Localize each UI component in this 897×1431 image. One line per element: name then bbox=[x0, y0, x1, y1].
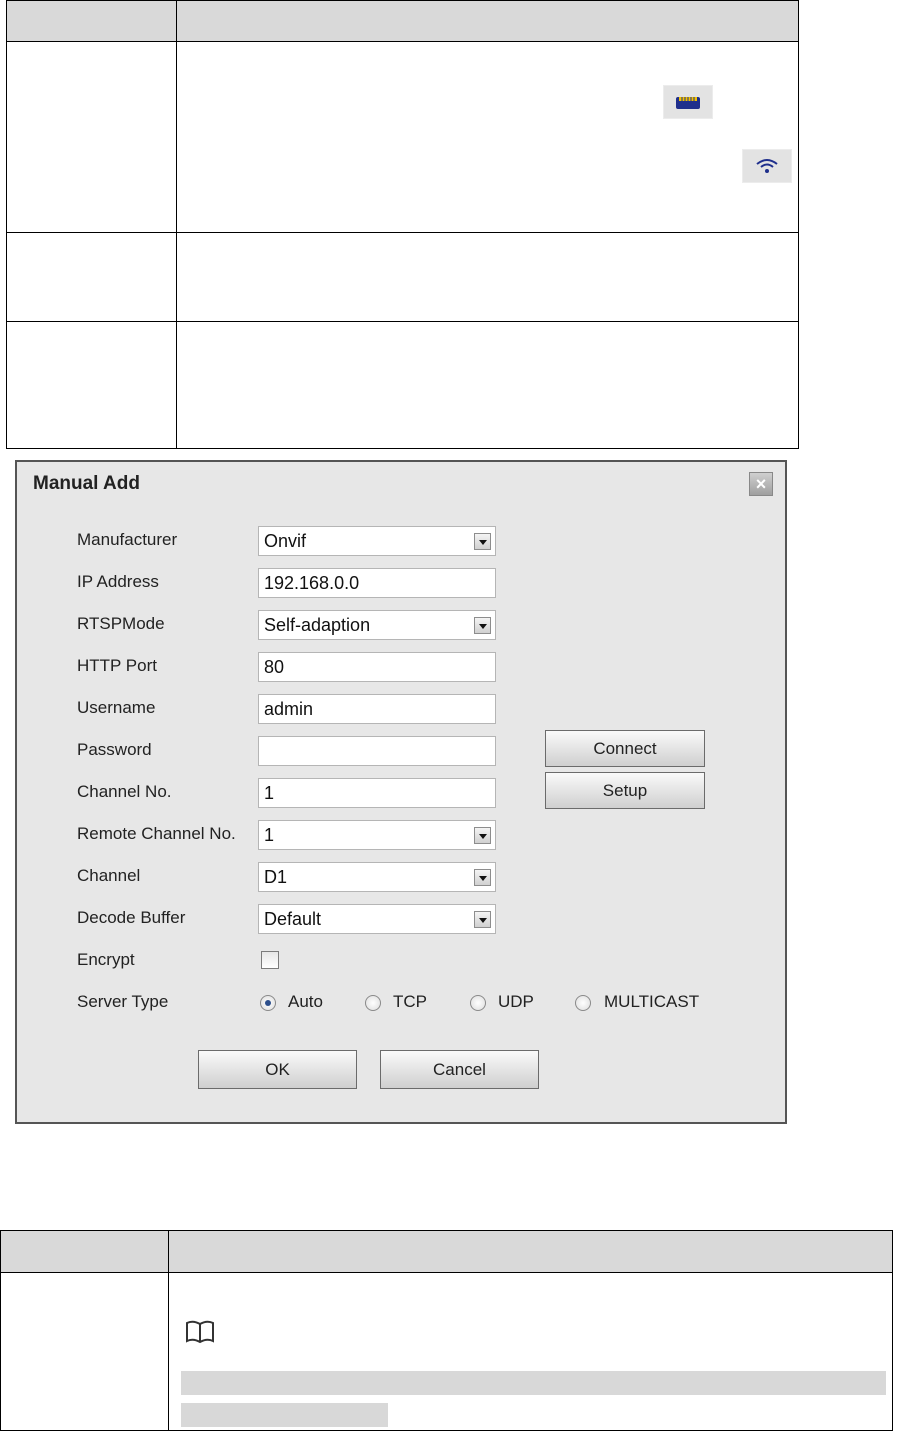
encrypt-label: Encrypt bbox=[77, 950, 135, 969]
http-port-input[interactable]: 80 bbox=[258, 652, 496, 682]
setup-button[interactable]: Setup bbox=[545, 772, 705, 809]
manufacturer-label: Manufacturer bbox=[77, 530, 178, 549]
close-icon[interactable]: × bbox=[749, 472, 773, 496]
remote-channel-no-select[interactable]: 1 bbox=[258, 820, 496, 850]
radio-udp-label: UDP bbox=[498, 992, 534, 1011]
header-cell-function bbox=[168, 1230, 893, 1273]
http-port-label: HTTP Port bbox=[77, 656, 157, 675]
bottom-parameter-table bbox=[0, 1230, 893, 1431]
manufacturer-value: Onvif bbox=[264, 531, 307, 551]
radio-udp[interactable] bbox=[470, 995, 486, 1011]
channel-select[interactable]: D1 bbox=[258, 862, 496, 892]
table-header-row bbox=[6, 0, 799, 43]
rtsp-mode-label: RTSPMode bbox=[77, 614, 165, 633]
table-header-row bbox=[0, 1230, 893, 1273]
table-cell bbox=[6, 320, 177, 450]
connect-button[interactable]: Connect bbox=[545, 730, 705, 767]
chevron-down-icon[interactable] bbox=[474, 911, 491, 928]
radio-auto[interactable] bbox=[260, 995, 276, 1011]
radio-tcp-label: TCP bbox=[393, 992, 427, 1011]
chevron-down-icon[interactable] bbox=[474, 617, 491, 634]
top-parameter-table bbox=[6, 0, 799, 450]
manufacturer-select[interactable]: Onvif bbox=[258, 526, 496, 556]
table-row bbox=[6, 320, 799, 450]
password-label: Password bbox=[77, 740, 152, 759]
radio-multicast[interactable] bbox=[575, 995, 591, 1011]
username-input[interactable]: admin bbox=[258, 694, 496, 724]
table-row bbox=[6, 41, 799, 233]
placeholder-bar bbox=[181, 1403, 388, 1427]
server-type-label: Server Type bbox=[77, 992, 169, 1011]
table-cell bbox=[0, 1272, 169, 1431]
header-cell-parameter bbox=[6, 0, 177, 43]
radio-tcp[interactable] bbox=[365, 995, 381, 1011]
table-cell bbox=[176, 41, 799, 233]
remote-channel-no-label: Remote Channel No. bbox=[77, 824, 236, 843]
table-cell bbox=[168, 1272, 893, 1431]
ip-address-input[interactable]: 192.168.0.0 bbox=[258, 568, 496, 598]
remote-channel-no-value: 1 bbox=[264, 825, 275, 845]
dialog-title: Manual Add bbox=[33, 473, 140, 494]
ok-button[interactable]: OK bbox=[198, 1050, 357, 1089]
table-cell bbox=[176, 320, 799, 450]
cancel-button[interactable]: Cancel bbox=[380, 1050, 539, 1089]
table-cell bbox=[6, 41, 177, 233]
rtsp-mode-select[interactable]: Self-adaption bbox=[258, 610, 496, 640]
manual-add-dialog: Manual Add × Manufacturer Onvif IP Addre… bbox=[15, 460, 787, 1124]
wired-network-icon bbox=[663, 85, 713, 120]
table-cell bbox=[6, 231, 177, 322]
book-note-icon bbox=[185, 1319, 215, 1350]
chevron-down-icon[interactable] bbox=[474, 869, 491, 886]
channel-value: D1 bbox=[264, 867, 288, 887]
radio-multicast-label: MULTICAST bbox=[604, 992, 700, 1011]
channel-no-input[interactable]: 1 bbox=[258, 778, 496, 808]
header-cell-parameter bbox=[0, 1230, 169, 1273]
channel-no-label: Channel No. bbox=[77, 782, 172, 801]
table-row bbox=[0, 1272, 893, 1431]
password-input[interactable] bbox=[258, 736, 496, 766]
decode-buffer-label: Decode Buffer bbox=[77, 908, 186, 927]
radio-auto-label: Auto bbox=[288, 992, 323, 1011]
username-label: Username bbox=[77, 698, 156, 717]
chevron-down-icon[interactable] bbox=[474, 827, 491, 844]
table-cell bbox=[176, 231, 799, 322]
wifi-icon bbox=[742, 149, 792, 184]
header-cell-function bbox=[176, 0, 799, 43]
channel-label: Channel bbox=[77, 866, 141, 885]
decode-buffer-select[interactable]: Default bbox=[258, 904, 496, 934]
rtsp-mode-value: Self-adaption bbox=[264, 615, 371, 635]
table-row bbox=[6, 231, 799, 322]
decode-buffer-value: Default bbox=[264, 909, 322, 929]
encrypt-checkbox[interactable] bbox=[261, 951, 279, 969]
ip-address-label: IP Address bbox=[77, 572, 159, 591]
placeholder-bar bbox=[181, 1371, 886, 1395]
chevron-down-icon[interactable] bbox=[474, 533, 491, 550]
